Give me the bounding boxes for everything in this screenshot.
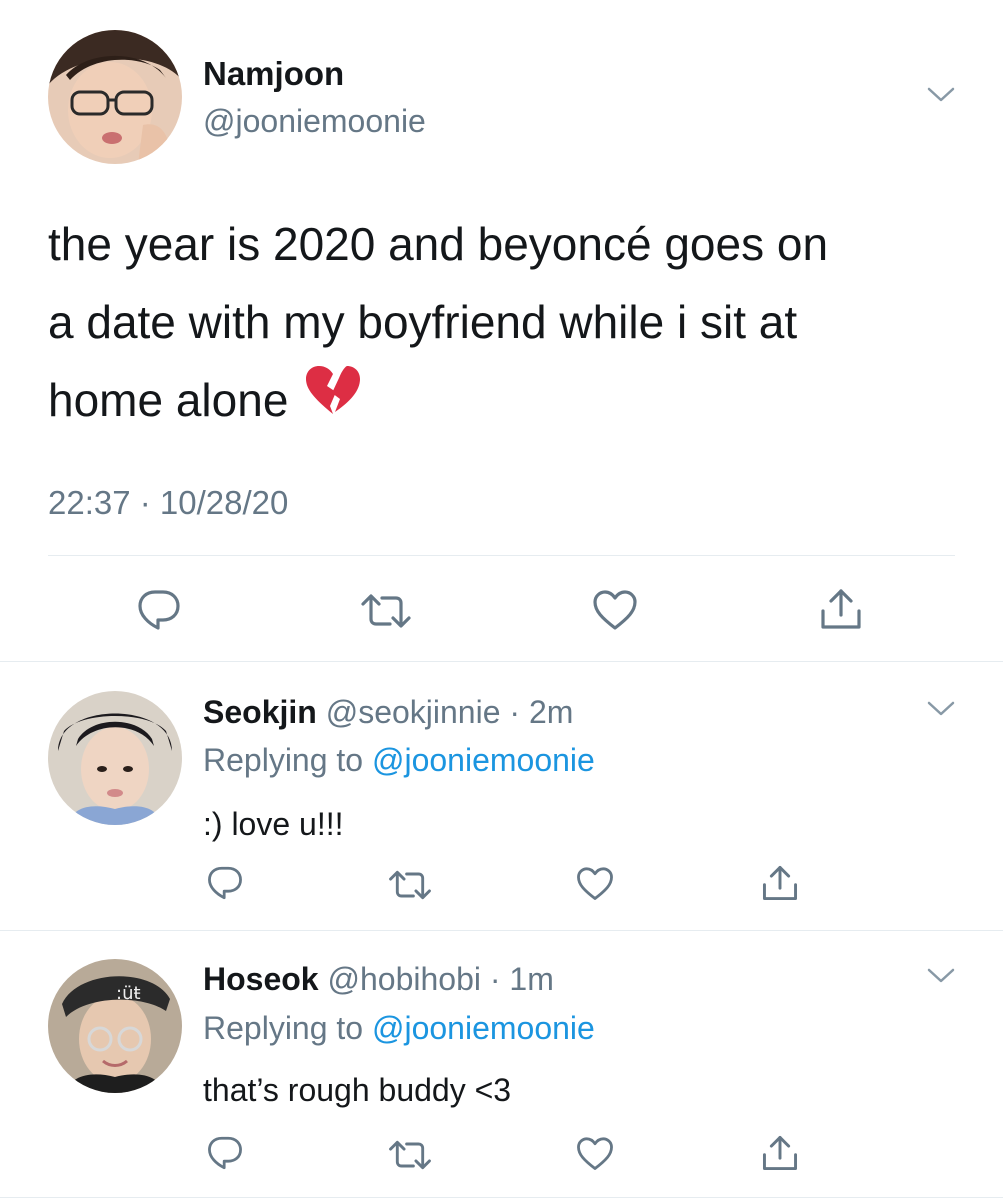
display-name[interactable]: Seokjin	[203, 694, 317, 730]
share-icon[interactable]	[761, 1134, 799, 1172]
like-icon[interactable]	[576, 867, 614, 902]
retweet-icon[interactable]	[388, 868, 432, 902]
handle[interactable]: @hobihobi	[327, 961, 480, 997]
reply-icon[interactable]	[206, 865, 244, 901]
display-name[interactable]: Namjoon	[203, 55, 344, 93]
replying-to-link[interactable]: @jooniemoonie	[372, 1010, 595, 1046]
chevron-down-icon[interactable]	[927, 967, 955, 985]
reply-age[interactable]: 2m	[529, 694, 573, 730]
avatar-namjoon[interactable]	[48, 30, 182, 164]
share-icon[interactable]	[761, 864, 799, 902]
share-icon[interactable]	[819, 587, 863, 631]
retweet-icon[interactable]	[388, 1138, 432, 1172]
avatar-seokjin[interactable]	[48, 691, 182, 825]
svg-text::üŧ: :üŧ	[116, 983, 141, 1004]
replying-label: Replying to	[203, 1010, 364, 1046]
broken-heart-icon	[306, 361, 361, 439]
replying-label: Replying to	[203, 742, 364, 778]
reply-icon[interactable]	[206, 1135, 244, 1171]
chevron-down-icon[interactable]	[927, 700, 955, 718]
reply-header: Seokjin @seokjinnie · 2m	[203, 694, 574, 730]
tweet-text-line-3: home alone	[48, 374, 289, 426]
replying-to-link[interactable]: @jooniemoonie	[372, 742, 595, 778]
reply-header: Hoseok @hobihobi · 1m	[203, 961, 554, 997]
avatar-hoseok[interactable]: :üŧ	[48, 959, 182, 1093]
replying-to: Replying to @jooniemoonie	[203, 1009, 595, 1047]
replying-to: Replying to @jooniemoonie	[203, 741, 595, 779]
tweet-text-line-1: the year is 2020 and beyoncé goes on	[48, 218, 829, 270]
retweet-icon[interactable]	[360, 591, 412, 631]
like-icon[interactable]	[592, 590, 638, 632]
display-name[interactable]: Hoseok	[203, 961, 319, 997]
reply-age[interactable]: 1m	[509, 961, 553, 997]
handle[interactable]: @seokjinnie	[326, 694, 501, 730]
chevron-down-icon[interactable]	[927, 86, 955, 104]
tweet-text: the year is 2020 and beyoncé goes on a d…	[48, 205, 978, 439]
reply-text: :) love u!!!	[203, 806, 344, 842]
tweet-text-line-2: a date with my boyfriend while i sit at	[48, 296, 798, 348]
handle[interactable]: @jooniemoonie	[203, 102, 426, 140]
reply-icon[interactable]	[136, 588, 182, 632]
like-icon[interactable]	[576, 1137, 614, 1172]
reply-text: that’s rough buddy <3	[203, 1072, 512, 1108]
timestamp[interactable]: 22:37 · 10/28/20	[48, 484, 288, 522]
